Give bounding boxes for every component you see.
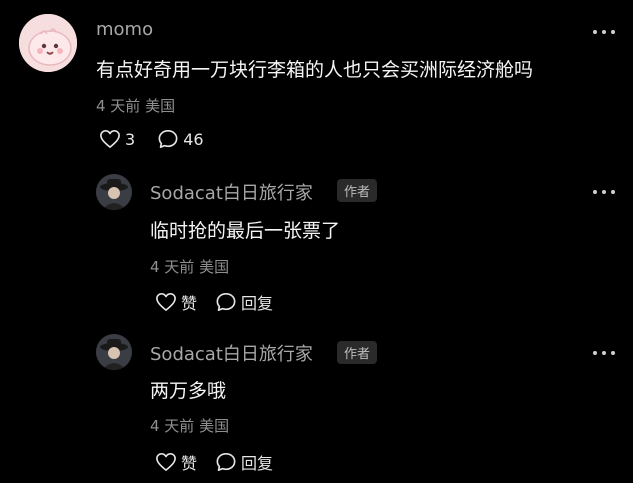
reply-button[interactable]: 46 xyxy=(157,129,204,149)
reply-item: Sodacat白日旅行家 作者 临时抢的最后一张票了 4 天前 美国 赞 回复 xyxy=(0,160,633,320)
comment-bubble-icon xyxy=(158,130,178,148)
reply-button[interactable]: 回复 xyxy=(215,290,273,314)
heart-icon xyxy=(156,293,176,311)
like-button[interactable]: 赞 xyxy=(155,450,197,474)
author-badge: 作者 xyxy=(337,179,378,202)
comment-item: momo 有点好奇用一万块行李箱的人也只会买洲际经济舱吗 4 天前 美国 3 4… xyxy=(0,0,633,160)
reply-text: 两万多哦 xyxy=(150,380,227,402)
reply-actions: 赞 回复 xyxy=(155,450,273,474)
comment-actions: 3 46 xyxy=(99,129,204,149)
reply-button[interactable]: 回复 xyxy=(215,450,273,474)
heart-icon xyxy=(156,453,176,471)
more-options-icon[interactable] xyxy=(593,343,615,363)
like-count: 3 xyxy=(125,129,136,149)
reply-meta: 4 天前 美国 xyxy=(150,256,229,277)
comment-bubble-icon xyxy=(216,293,236,311)
reply-location: 美国 xyxy=(199,258,230,276)
hat-person-avatar-icon xyxy=(96,334,132,370)
avatar[interactable] xyxy=(19,14,77,72)
hat-person-avatar-icon xyxy=(96,174,132,210)
like-label: 赞 xyxy=(181,294,198,313)
more-options-icon[interactable] xyxy=(593,22,615,42)
reply-label: 回复 xyxy=(241,294,274,313)
pink-blob-avatar-icon xyxy=(19,14,77,72)
reply-time: 4 天前 xyxy=(150,417,195,435)
reply-label: 回复 xyxy=(241,454,274,473)
reply-location: 美国 xyxy=(199,417,230,435)
author-badge: 作者 xyxy=(337,341,378,364)
reply-text: 临时抢的最后一张票了 xyxy=(150,220,341,242)
avatar[interactable] xyxy=(96,174,132,210)
more-options-icon[interactable] xyxy=(593,182,615,202)
comment-meta: 4 天前 美国 xyxy=(96,95,175,116)
like-button[interactable]: 赞 xyxy=(155,290,197,314)
reply-meta: 4 天前 美国 xyxy=(150,415,229,436)
heart-icon xyxy=(100,130,120,148)
reply-item: Sodacat白日旅行家 作者 两万多哦 4 天前 美国 赞 回复 xyxy=(0,320,633,483)
like-button[interactable]: 3 xyxy=(99,129,135,149)
comment-time: 4 天前 xyxy=(96,97,141,115)
reply-username[interactable]: Sodacat白日旅行家 xyxy=(150,340,313,366)
comment-bubble-icon xyxy=(216,453,236,471)
comment-text: 有点好奇用一万块行李箱的人也只会买洲际经济舱吗 xyxy=(96,59,534,81)
like-label: 赞 xyxy=(181,454,198,473)
comment-location: 美国 xyxy=(145,97,176,115)
reply-count: 46 xyxy=(183,129,204,149)
reply-actions: 赞 回复 xyxy=(155,290,273,314)
reply-username[interactable]: Sodacat白日旅行家 xyxy=(150,179,313,205)
reply-time: 4 天前 xyxy=(150,258,195,276)
comment-username[interactable]: momo xyxy=(96,19,153,40)
avatar[interactable] xyxy=(96,334,132,370)
